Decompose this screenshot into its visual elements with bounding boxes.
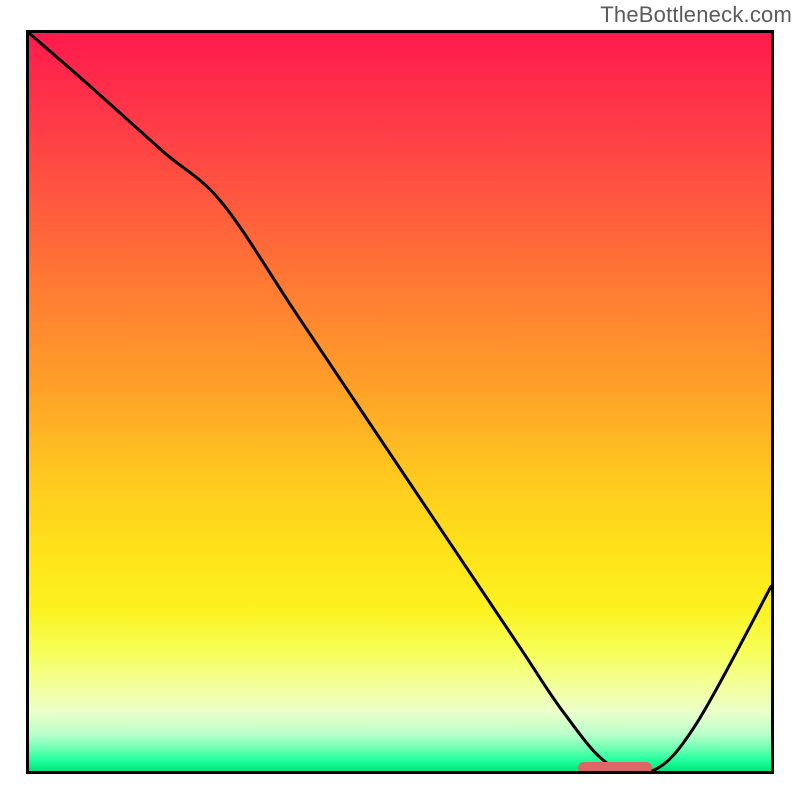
bottleneck-curve-line xyxy=(29,33,771,771)
watermark-text: TheBottleneck.com xyxy=(600,2,792,28)
chart-area xyxy=(26,30,774,774)
optimal-range-marker xyxy=(578,762,652,774)
